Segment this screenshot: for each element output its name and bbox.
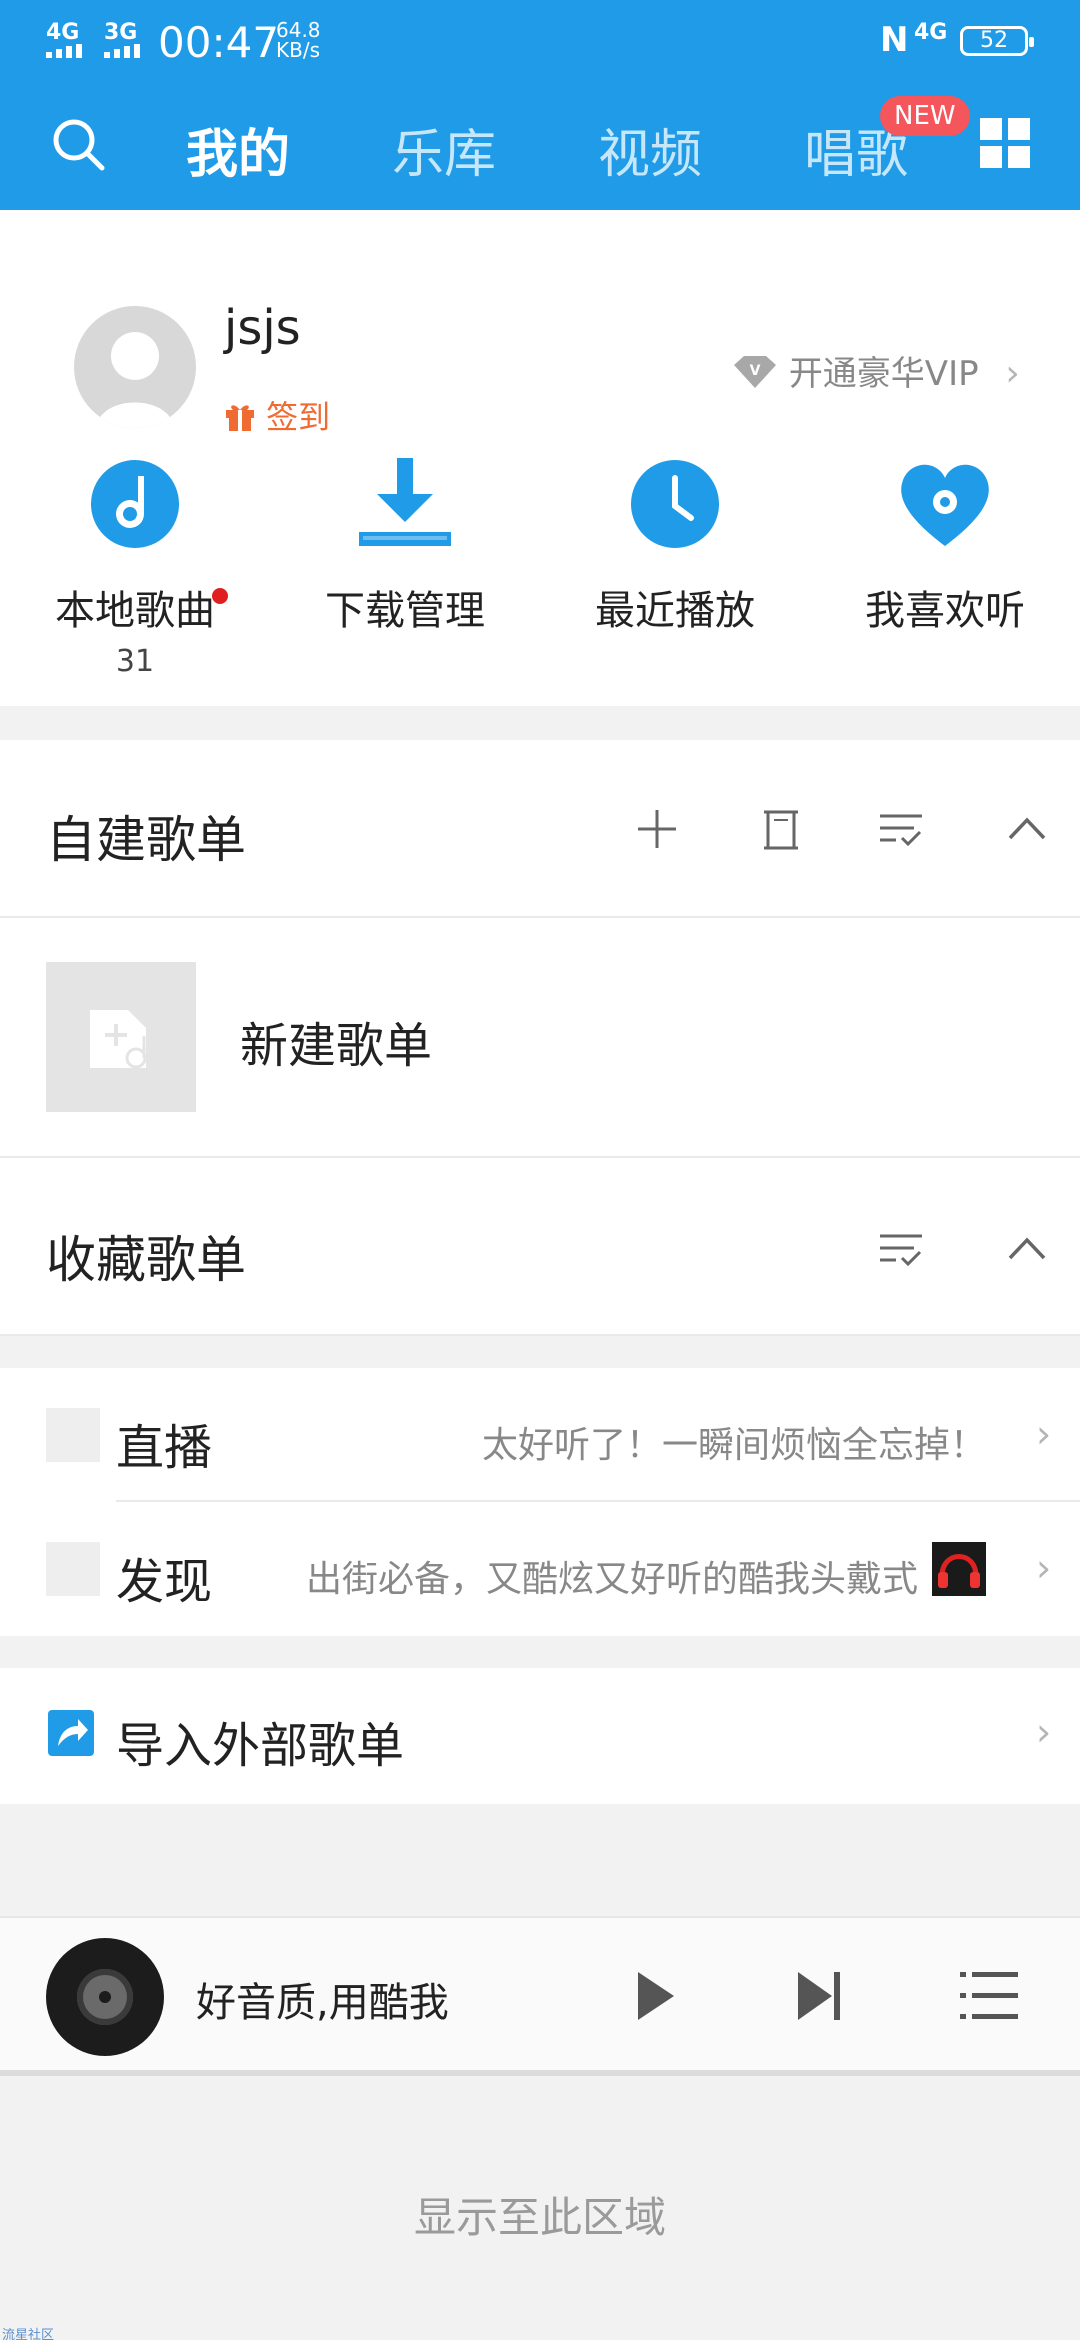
collapse-icon[interactable] xyxy=(1002,804,1052,854)
divider xyxy=(0,1334,1080,1336)
vip-chevron-icon: › xyxy=(1005,353,1020,394)
quick-local-songs-label: 本地歌曲 xyxy=(55,588,215,634)
avatar[interactable] xyxy=(74,306,196,428)
new-playlist-label[interactable]: 新建歌单 xyxy=(240,1006,432,1076)
row-discover-title: 发现 xyxy=(116,1554,213,1610)
custom-playlists-title: 自建歌单 xyxy=(46,811,246,869)
mini-player[interactable]: 好音质,用酷我 xyxy=(0,1916,1080,2076)
now-playing-title[interactable]: 好音质,用酷我 xyxy=(196,1970,449,2028)
tab-video[interactable]: 视频 xyxy=(598,112,702,187)
avatar-silhouette-icon xyxy=(96,332,174,428)
quick-download-label: 下载管理 xyxy=(325,588,485,634)
collapse-icon-2[interactable] xyxy=(1002,1224,1052,1274)
gift-icon xyxy=(226,405,254,431)
play-icon[interactable] xyxy=(630,1968,680,2024)
album-disc-icon[interactable] xyxy=(46,1938,164,2056)
import-arrow-icon xyxy=(48,1710,94,1756)
quick-local-songs[interactable]: 本地歌曲 31 xyxy=(0,456,270,679)
network-type: 4G xyxy=(914,20,948,45)
signal-3g-label: 3G xyxy=(104,20,138,45)
trash-icon[interactable] xyxy=(756,804,806,854)
row-live-thumb xyxy=(46,1408,100,1462)
next-track-icon[interactable] xyxy=(792,1968,848,2024)
favorite-playlists-title: 收藏歌单 xyxy=(46,1231,246,1289)
net-speed-unit: KB/s xyxy=(276,38,320,62)
new-playlist-thumb[interactable] xyxy=(46,962,196,1112)
clock-icon xyxy=(631,460,719,548)
battery-icon: 52 xyxy=(960,26,1034,56)
signal-4g-label: 4G xyxy=(46,20,80,45)
music-note-icon xyxy=(91,460,179,548)
watermark: 流星社区 xyxy=(2,2328,55,2340)
row-discover-thumb xyxy=(46,1542,100,1596)
unread-dot xyxy=(212,588,228,604)
row-discover-chevron-icon: › xyxy=(1036,1546,1052,1590)
divider xyxy=(0,916,1080,918)
svg-text:V: V xyxy=(750,363,761,379)
status-bar: 4G 3G 00:47 64.8 KB/s N 4G 52 xyxy=(0,0,1080,84)
row-discover-desc: 出街必备，又酷炫又好听的酷我头戴式 xyxy=(306,1559,919,1600)
display-area-text: 显示至此区域 xyxy=(413,2193,666,2242)
top-header: 4G 3G 00:47 64.8 KB/s N 4G 52 我的 乐库 视频 唱… xyxy=(0,0,1080,210)
heart-icon xyxy=(901,464,989,546)
new-badge: NEW xyxy=(880,96,970,136)
tab-mine[interactable]: 我的 xyxy=(186,112,290,187)
import-label[interactable]: 导入外部歌单 xyxy=(116,1706,404,1776)
quick-favorites[interactable]: 我喜欢听 xyxy=(810,456,1080,636)
tab-library[interactable]: 乐库 xyxy=(392,112,496,187)
headphone-thumbnail xyxy=(932,1542,986,1596)
sort-icon-2[interactable] xyxy=(876,1224,926,1274)
quick-recent-play[interactable]: 最近播放 xyxy=(540,456,810,636)
username[interactable]: jsjs xyxy=(224,300,301,356)
quick-favorites-label: 我喜欢听 xyxy=(865,588,1025,634)
quick-local-songs-count: 31 xyxy=(115,644,155,679)
row-live-title: 直播 xyxy=(116,1420,213,1476)
download-icon xyxy=(359,458,451,546)
diamond-icon: V xyxy=(734,356,776,388)
signal-bars-icon xyxy=(46,44,82,58)
grid-menu-icon[interactable] xyxy=(980,118,1030,168)
clock: 00:47 xyxy=(158,18,280,67)
nfc-icon: N xyxy=(880,20,909,60)
net-speed: 64.8 KB/s xyxy=(276,20,321,60)
divider xyxy=(116,1500,1080,1502)
playlist-queue-icon[interactable] xyxy=(960,1970,1020,2022)
checkin-button[interactable]: 签到 xyxy=(224,392,330,438)
import-chevron-icon: › xyxy=(1036,1710,1052,1754)
search-icon[interactable] xyxy=(50,116,106,172)
row-live-chevron-icon: › xyxy=(1036,1412,1052,1456)
vip-label: 开通豪华VIP xyxy=(788,354,979,394)
add-icon[interactable] xyxy=(632,804,682,854)
quick-recent-label: 最近播放 xyxy=(595,588,755,634)
sort-icon[interactable] xyxy=(876,804,926,854)
row-live-desc: 太好听了！一瞬间烦恼全忘掉！ xyxy=(482,1425,987,1466)
checkin-label: 签到 xyxy=(266,398,331,436)
signal-bars-icon-2 xyxy=(104,44,140,58)
add-music-file-icon xyxy=(90,1010,147,1069)
quick-download-manager[interactable]: 下载管理 xyxy=(270,456,540,636)
vip-link[interactable]: V 开通豪华VIP › xyxy=(732,346,1020,395)
battery-level: 52 xyxy=(980,28,1008,53)
